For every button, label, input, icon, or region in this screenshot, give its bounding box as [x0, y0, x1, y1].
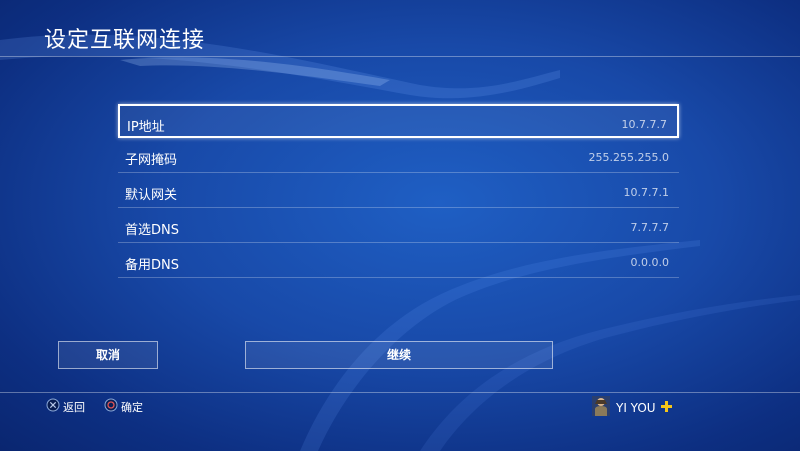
header-divider: [0, 56, 800, 57]
avatar: [592, 396, 610, 419]
circle-button-icon: [104, 398, 118, 415]
confirm-hint-label: 确定: [121, 400, 143, 414]
user-name: YI YOU: [616, 400, 656, 415]
field-label: IP地址: [127, 120, 165, 135]
field-row-secondary-dns[interactable]: 备用DNS 0.0.0.0: [118, 244, 679, 278]
back-hint: 返回: [46, 398, 85, 415]
field-value: 7.7.7.7: [630, 221, 669, 234]
confirm-hint: 确定: [104, 398, 143, 415]
back-hint-label: 返回: [63, 400, 85, 414]
field-value: 255.255.255.0: [588, 151, 669, 164]
field-row-default-gateway[interactable]: 默认网关 10.7.7.1: [118, 174, 679, 208]
footer-divider: [0, 392, 800, 393]
field-value: 10.7.7.7: [621, 118, 667, 131]
field-value: 10.7.7.1: [623, 186, 669, 199]
field-label: 首选DNS: [125, 223, 179, 238]
network-settings-list: IP地址 10.7.7.7 子网掩码 255.255.255.0 默认网关 10…: [118, 104, 679, 279]
field-label: 备用DNS: [125, 258, 179, 273]
field-row-ip-address[interactable]: IP地址 10.7.7.7: [118, 104, 679, 138]
field-value: 0.0.0.0: [630, 256, 669, 269]
field-row-primary-dns[interactable]: 首选DNS 7.7.7.7: [118, 209, 679, 243]
field-label: 子网掩码: [125, 153, 178, 168]
field-label: 默认网关: [125, 188, 178, 203]
page-title: 设定互联网连接: [44, 28, 206, 53]
user-profile: YI YOU: [592, 396, 672, 419]
continue-button[interactable]: 继续: [245, 341, 553, 369]
cancel-button[interactable]: 取消: [58, 341, 158, 369]
cross-button-icon: [46, 398, 60, 415]
playstation-plus-icon: [660, 400, 672, 415]
field-row-subnet-mask[interactable]: 子网掩码 255.255.255.0: [118, 139, 679, 173]
